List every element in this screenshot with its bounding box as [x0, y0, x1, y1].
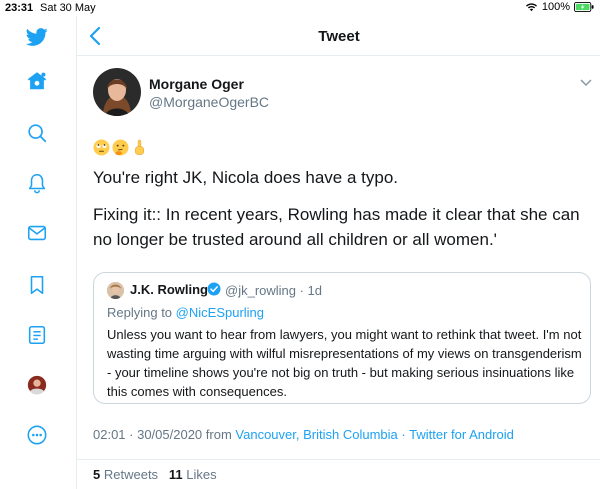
- status-indicators: 100%: [525, 1, 594, 13]
- quoted-tweet-text: Unless you want to hear from lawyers, yo…: [107, 327, 582, 399]
- lists-icon[interactable]: [24, 322, 50, 348]
- tweet-text-line-1: You're right JK, Nicola does have a typo…: [93, 168, 399, 187]
- battery-charging-icon: [574, 2, 594, 12]
- profile-avatar[interactable]: [24, 372, 50, 398]
- quoted-author-handle: @jk_rowling · 1d: [225, 283, 323, 298]
- tweet-detail-panel: Tweet Morgane Oger @MorganeOgerBC You're…: [76, 16, 600, 489]
- status-time: 23:31: [5, 2, 34, 14]
- header-bar: Tweet: [77, 16, 600, 56]
- retweets-label: Retweets: [103, 467, 159, 482]
- twitter-logo-icon[interactable]: [24, 24, 50, 50]
- pointing-up-emoji: [135, 139, 144, 155]
- search-icon[interactable]: [24, 120, 50, 146]
- author-handle[interactable]: @MorganeOgerBC: [149, 94, 269, 110]
- retweets-count: 5: [93, 467, 101, 482]
- messages-envelope-icon[interactable]: [24, 220, 50, 246]
- notifications-bell-icon[interactable]: [24, 170, 50, 196]
- likes-stat[interactable]: 11 Likes: [169, 467, 217, 482]
- wifi-icon: [525, 3, 537, 12]
- divider: [77, 459, 600, 460]
- thinking-face-emoji: [112, 139, 129, 156]
- from-label: from: [205, 427, 232, 442]
- likes-label: Likes: [186, 467, 217, 482]
- retweets-stat[interactable]: 5 Retweets: [93, 467, 158, 482]
- quoted-author-name: J.K. Rowling: [130, 282, 208, 297]
- status-date: Sat 30 May: [40, 2, 96, 14]
- likes-count: 11: [168, 467, 183, 482]
- battery-percent: 100%: [541, 1, 570, 13]
- replying-to-label: Replying to: [107, 305, 173, 320]
- quoted-tweet-card[interactable]: J.K. Rowling @jk_rowling · 1d Replying t…: [93, 272, 591, 404]
- author-display-name[interactable]: Morgane Oger: [149, 76, 244, 92]
- rolling-eyes-emoji: [93, 139, 110, 156]
- tweet-meta: 02:01 · 30/05/2020 from Vancouver, Briti…: [93, 427, 514, 442]
- verified-badge-icon: [207, 282, 221, 296]
- page-title: Tweet: [318, 28, 360, 45]
- meta-separator: ·: [401, 427, 406, 442]
- tweet-timestamp: 02:01 · 30/05/2020: [93, 427, 203, 442]
- tweet-text-line-2: Fixing it:: In recent years, Rowling has…: [93, 205, 580, 249]
- home-icon[interactable]: [24, 68, 50, 94]
- chevron-down-icon[interactable]: [580, 79, 592, 87]
- engagement-stats: 5 Retweets 11 Likes: [93, 467, 217, 482]
- client-link[interactable]: Twitter for Android: [409, 427, 514, 442]
- status-bar: 23:31 Sat 30 May 100%: [0, 0, 600, 16]
- bookmark-icon[interactable]: [24, 272, 50, 298]
- sidebar: [0, 16, 76, 489]
- emoji-row: [93, 139, 148, 156]
- location-link[interactable]: Vancouver, British Columbia: [235, 427, 397, 442]
- replying-to: Replying to @NicESpurling: [107, 305, 264, 320]
- quoted-author-avatar: [107, 282, 124, 299]
- author-avatar[interactable]: [93, 68, 141, 116]
- more-icon[interactable]: [24, 422, 50, 448]
- replying-to-link[interactable]: @NicESpurling: [176, 305, 264, 320]
